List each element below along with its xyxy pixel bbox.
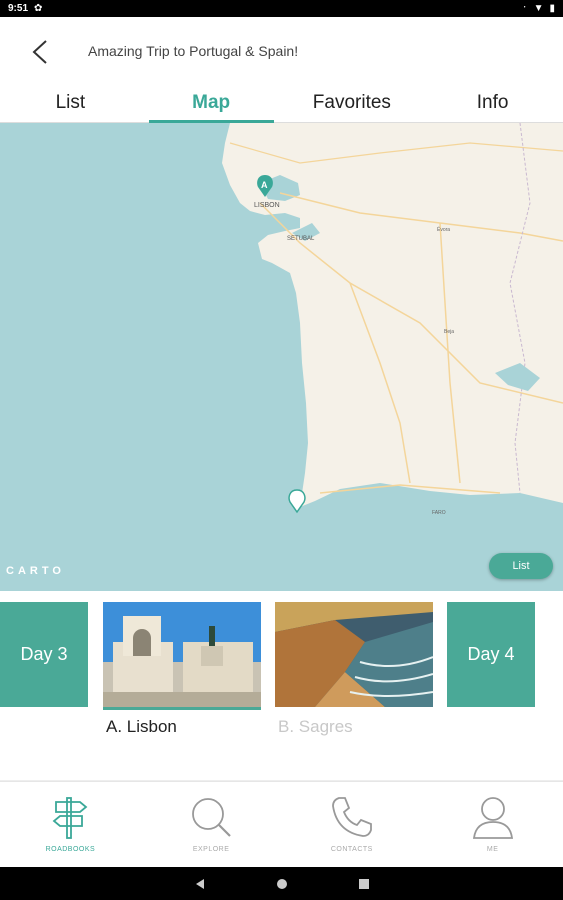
- tab-favorites[interactable]: Favorites: [282, 87, 423, 122]
- bluetooth-icon: ᛫: [521, 3, 528, 14]
- marker-a-letter: A: [261, 180, 268, 190]
- nav-roadbooks[interactable]: ROADBOOKS: [0, 782, 141, 867]
- map-marker-b[interactable]: [288, 489, 306, 514]
- place-card-lisbon[interactable]: [103, 602, 261, 707]
- map-label-beja: Beja: [444, 329, 454, 335]
- recents-square-icon[interactable]: [358, 878, 370, 890]
- stop-carousel[interactable]: Day 3 A. Lisbon B. Sagres Day 4: [0, 591, 563, 781]
- home-circle-icon[interactable]: [276, 878, 288, 890]
- status-bar: 9:51 ✿ ᛫ ▼ ▮: [0, 0, 563, 17]
- place-card-sagres[interactable]: [275, 602, 433, 707]
- tab-list[interactable]: List: [0, 87, 141, 122]
- map-canvas: LISBON SETUBAL Évora Beja FARO A: [222, 123, 563, 516]
- day-card-left[interactable]: Day 3: [0, 602, 88, 707]
- selected-indicator: [103, 707, 261, 710]
- map-label-setubal: SETUBAL: [287, 236, 315, 242]
- phone-icon: [331, 797, 372, 837]
- nav-label-roadbooks: ROADBOOKS: [45, 846, 96, 853]
- map-view[interactable]: LISBON SETUBAL Évora Beja FARO A CARTO L…: [0, 123, 563, 591]
- status-time: 9:51: [8, 3, 29, 14]
- nav-label-explore: EXPLORE: [192, 846, 230, 853]
- map-list-button[interactable]: List: [489, 553, 553, 579]
- map-label-evora: Évora: [437, 226, 450, 233]
- nav-label-me: ME: [486, 846, 499, 853]
- place-label-sagres: B. Sagres: [278, 717, 353, 736]
- nav-explore[interactable]: EXPLORE: [141, 782, 282, 867]
- map-label-lisbon: LISBON: [254, 202, 280, 209]
- battery-icon: ▮: [549, 3, 555, 14]
- day-card-right[interactable]: Day 4: [447, 602, 535, 707]
- tab-info[interactable]: Info: [422, 87, 563, 122]
- back-triangle-icon[interactable]: [194, 878, 206, 890]
- settings-notification-icon: ✿: [34, 3, 43, 14]
- system-navigation-bar: [0, 867, 563, 900]
- nav-contacts[interactable]: CONTACTS: [282, 782, 423, 867]
- trip-title: Amazing Trip to Portugal & Spain!: [88, 43, 299, 59]
- chevron-left-icon: [32, 40, 47, 64]
- map-label-faro: FARO: [432, 510, 446, 516]
- bottom-navigation: ROADBOOKS EXPLORE CONTACTS ME: [0, 781, 563, 867]
- wifi-icon: ▼: [533, 3, 544, 14]
- search-icon: [192, 798, 231, 837]
- tab-bar: List Map Favorites Info: [0, 87, 563, 123]
- lisbon-photo: [103, 602, 261, 707]
- tab-map[interactable]: Map: [141, 87, 282, 123]
- user-icon: [472, 797, 513, 839]
- place-label-lisbon: A. Lisbon: [106, 717, 177, 736]
- sagres-photo: [275, 602, 433, 707]
- nav-label-contacts: CONTACTS: [330, 846, 373, 853]
- map-attribution: CARTO: [6, 565, 65, 577]
- back-button[interactable]: [26, 37, 56, 67]
- nav-me[interactable]: ME: [422, 782, 563, 867]
- signpost-icon: [52, 797, 88, 839]
- app-header: Amazing Trip to Portugal & Spain!: [0, 17, 563, 87]
